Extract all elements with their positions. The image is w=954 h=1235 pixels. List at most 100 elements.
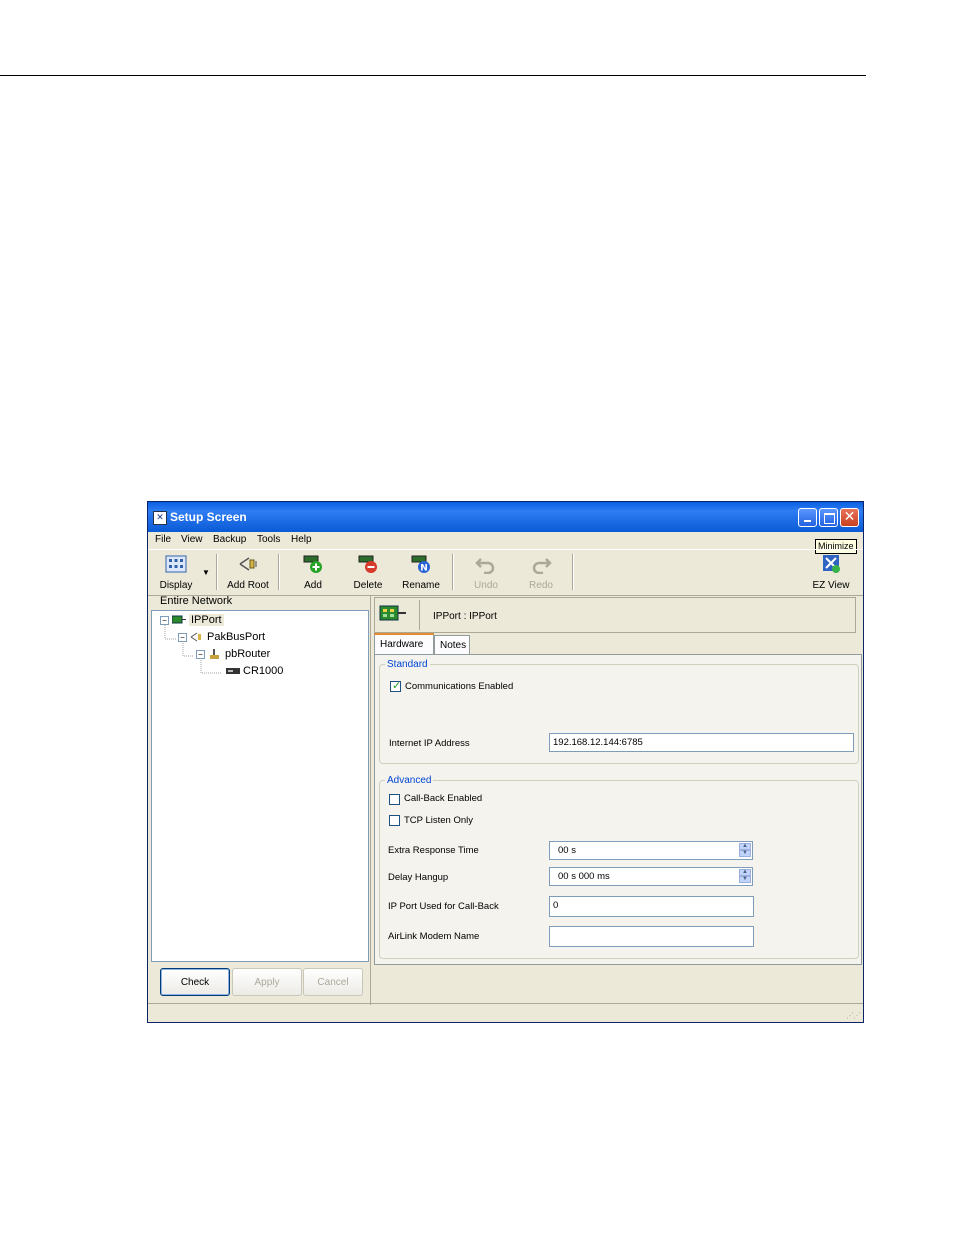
airlink-modem-name-input[interactable] [549, 926, 754, 947]
add-label: Add [304, 580, 322, 591]
ipport-large-icon [379, 605, 406, 621]
collapse-icon[interactable]: − [160, 615, 169, 625]
app-icon: ✕ [153, 511, 167, 525]
minimize-icon [804, 520, 811, 522]
action-buttons: Check Apply Cancel [148, 965, 370, 1002]
airlink-modem-name-label: AirLink Modem Name [388, 931, 480, 942]
extra-response-time-value: 00 s [558, 845, 576, 856]
ip-port-callback-label: IP Port Used for Call-Back [388, 901, 499, 912]
svg-text:N: N [420, 564, 428, 574]
status-bar: ⋰⋰ [148, 1003, 863, 1023]
header-divider [419, 600, 420, 630]
tree-node-label: PakBusPort [207, 631, 266, 643]
toolbar-separator [572, 554, 574, 590]
apply-button[interactable]: Apply [232, 968, 302, 996]
display-button[interactable]: Display [156, 552, 196, 592]
menu-help[interactable]: Help [291, 534, 312, 545]
toolbar-separator [216, 554, 218, 590]
extra-response-time-label: Extra Response Time [388, 845, 479, 856]
delay-hangup-label: Delay Hangup [388, 872, 449, 883]
tree-node-label: pbRouter [225, 648, 271, 660]
delete-icon [358, 555, 377, 573]
undo-label: Undo [474, 580, 498, 591]
toolbar: Display ▼ Add Root Add Delete N Rename U… [148, 549, 863, 596]
spin-up-icon[interactable]: ▲ [739, 869, 751, 876]
network-tree[interactable]: − IPPort − PakBusPort − pbRouter CR1000 [151, 610, 369, 962]
display-label: Display [159, 580, 193, 591]
tree-node-label: IPPort [189, 614, 224, 626]
tcp-listen-only-label: TCP Listen Only [404, 815, 473, 826]
internet-ip-address-label: Internet IP Address [389, 738, 470, 749]
communications-enabled-label: Communications Enabled [405, 681, 514, 692]
add-icon [303, 555, 322, 573]
redo-label: Redo [529, 580, 553, 591]
toolbar-separator [452, 554, 454, 590]
ez-view-label: EZ View [812, 580, 850, 591]
advanced-legend: Advanced [387, 775, 432, 786]
pakbusport-icon [190, 632, 201, 642]
maximize-button[interactable] [819, 508, 838, 527]
title-bar[interactable]: ✕ Setup Screen ✕ [148, 502, 863, 532]
menu-bar: File View Backup Tools Help [148, 532, 863, 549]
menu-view[interactable]: View [181, 534, 203, 545]
rename-label: Rename [402, 580, 440, 591]
extra-response-spinner[interactable]: ▲ ▼ [739, 843, 751, 858]
hardware-tab-panel: Standard ✓ Communications Enabled Intern… [374, 654, 862, 965]
tab-hardware[interactable]: Hardware [374, 633, 434, 654]
setup-screen-window: ✕ Setup Screen ✕ File View Backup Tools … [147, 501, 864, 1023]
delay-hangup-input[interactable]: 00 s 000 ms ▲ ▼ [549, 867, 753, 886]
resize-grip-icon[interactable]: ⋰⋰ [846, 1011, 861, 1020]
undo-button[interactable]: Undo [470, 552, 502, 592]
device-header: IPPort : IPPort [374, 597, 856, 633]
menu-file[interactable]: File [155, 534, 171, 545]
add-root-label: Add Root [227, 580, 269, 591]
tab-notes[interactable]: Notes [434, 635, 470, 654]
delete-label: Delete [353, 580, 383, 591]
close-button[interactable]: ✕ [840, 508, 859, 527]
collapse-icon[interactable]: − [178, 632, 187, 642]
pane-splitter[interactable] [370, 595, 371, 1005]
rename-button[interactable]: N Rename [400, 552, 442, 592]
extra-response-time-input[interactable]: 00 s ▲ ▼ [549, 841, 753, 860]
display-grid-icon [165, 555, 187, 573]
callback-enabled-checkbox[interactable] [389, 794, 400, 805]
window-title: Setup Screen [170, 510, 247, 524]
menu-backup[interactable]: Backup [213, 534, 246, 545]
spin-down-icon[interactable]: ▼ [739, 850, 751, 857]
internet-ip-address-input[interactable]: 192.168.12.144:6785 [549, 733, 854, 752]
tree-node-ipport[interactable]: − IPPort [160, 614, 224, 626]
add-root-button[interactable]: Add Root [224, 552, 272, 592]
delete-button[interactable]: Delete [350, 552, 386, 592]
tcp-listen-only-checkbox[interactable] [389, 815, 400, 826]
entire-network-label: Entire Network [160, 595, 233, 607]
delay-hangup-spinner[interactable]: ▲ ▼ [739, 869, 751, 884]
minimize-button[interactable] [798, 508, 817, 527]
page-rule [0, 75, 866, 76]
ip-port-callback-input[interactable]: 0 [549, 896, 754, 917]
communications-enabled-checkbox[interactable]: ✓ [390, 679, 402, 692]
standard-legend: Standard [387, 659, 428, 670]
tree-node-pakbusport[interactable]: − PakBusPort [178, 631, 265, 643]
tree-node-cr1000[interactable]: CR1000 [226, 665, 283, 677]
add-button[interactable]: Add [296, 552, 330, 592]
datalogger-icon [226, 668, 240, 675]
cancel-button[interactable]: Cancel [303, 968, 363, 996]
rename-icon: N [411, 555, 430, 574]
redo-button[interactable]: Redo [525, 552, 557, 592]
toolbar-separator [278, 554, 280, 590]
collapse-icon[interactable]: − [196, 649, 205, 659]
ipport-icon [172, 615, 186, 624]
callback-enabled-label: Call-Back Enabled [404, 793, 483, 804]
menu-tools[interactable]: Tools [257, 534, 280, 545]
maximize-icon [824, 513, 835, 524]
spin-down-icon[interactable]: ▼ [739, 876, 751, 883]
ez-view-button[interactable]: EZ View [808, 552, 854, 592]
spin-up-icon[interactable]: ▲ [739, 843, 751, 850]
redo-icon [532, 558, 552, 575]
device-header-text: IPPort : IPPort [433, 611, 497, 622]
tree-node-label: CR1000 [243, 665, 284, 677]
tree-node-pbrouter[interactable]: − pbRouter [196, 648, 270, 660]
checkmark-icon: ✓ [392, 679, 402, 692]
undo-icon [475, 558, 495, 575]
check-button[interactable]: Check [160, 968, 230, 996]
